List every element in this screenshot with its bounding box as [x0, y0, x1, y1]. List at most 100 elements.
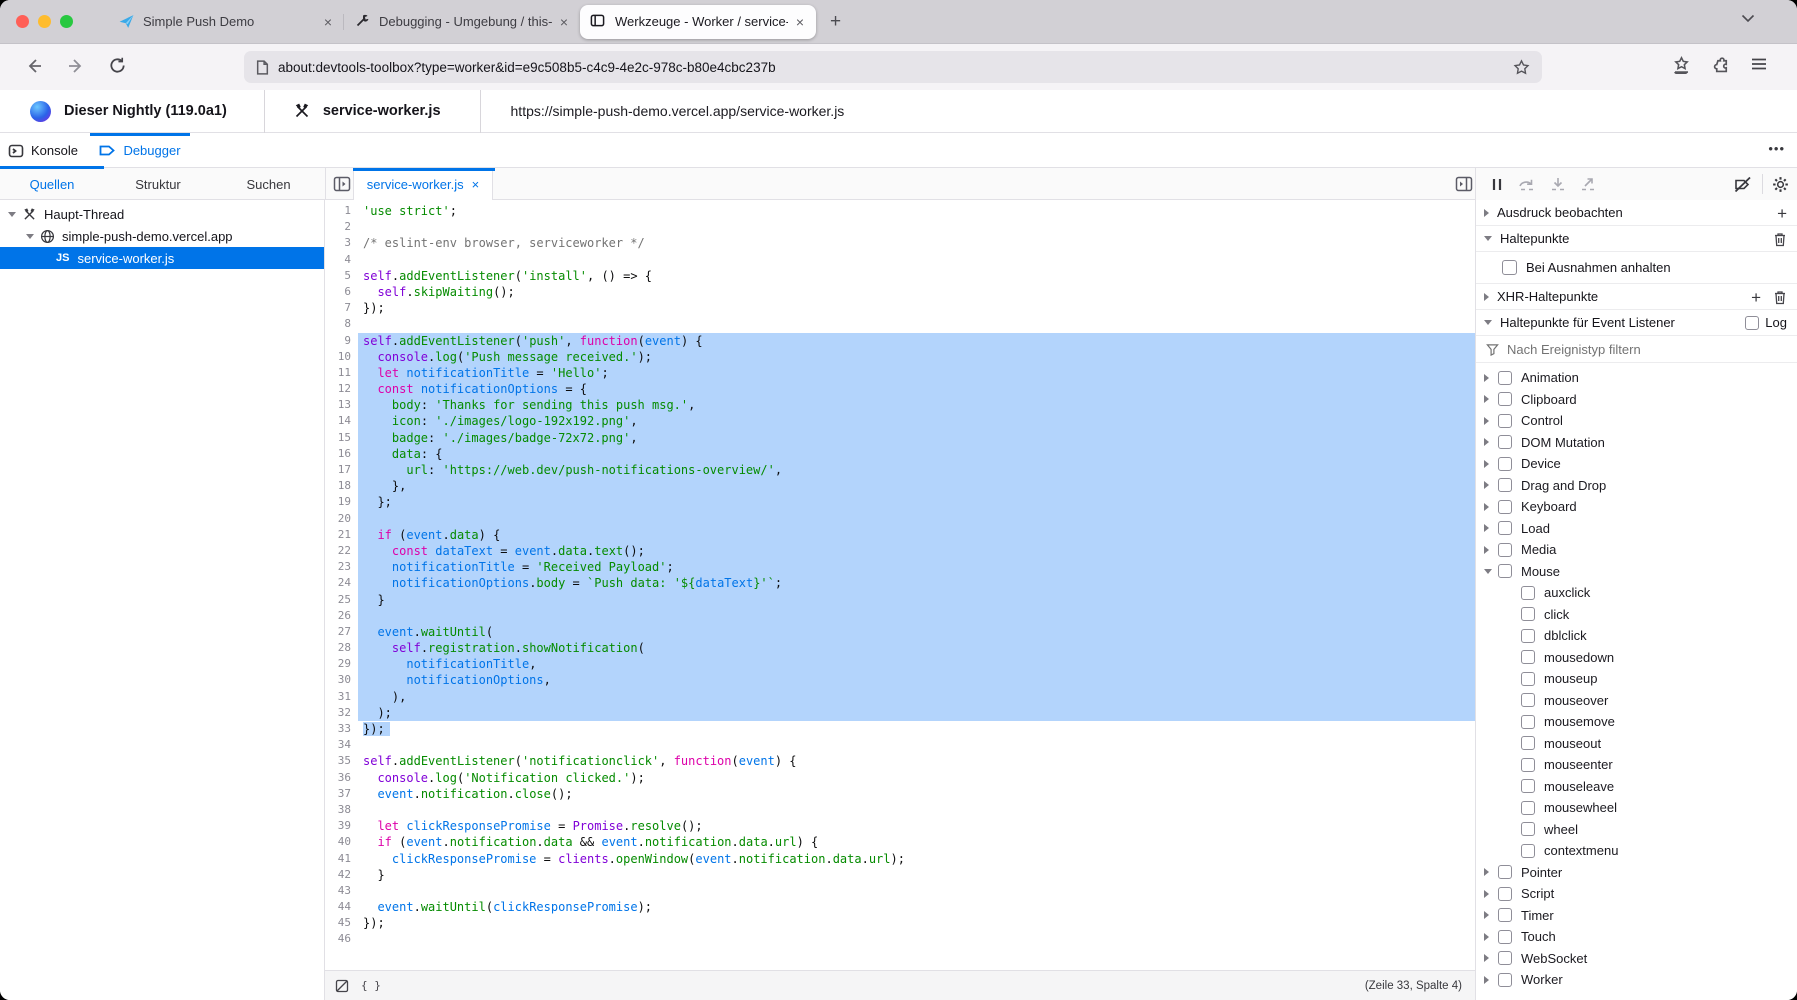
reload-icon[interactable]	[108, 56, 127, 75]
source-tab-service-worker[interactable]: service-worker.js ×	[353, 168, 493, 200]
checkbox[interactable]	[1498, 930, 1512, 944]
code-line[interactable]: 25 }	[325, 592, 1475, 608]
checkbox[interactable]	[1745, 316, 1759, 330]
event-label[interactable]: click	[1544, 607, 1569, 622]
tab-suchen[interactable]: Suchen	[212, 168, 325, 200]
code-line[interactable]: 11 let notificationTitle = 'Hello';	[325, 365, 1475, 381]
checkbox[interactable]	[1521, 822, 1535, 836]
event-label[interactable]: WebSocket	[1521, 951, 1587, 966]
event-label[interactable]: auxclick	[1544, 585, 1590, 600]
line-number[interactable]: 2	[325, 219, 358, 235]
code-line[interactable]: 30 notificationOptions,	[325, 672, 1475, 688]
event-label[interactable]: Mouse	[1521, 564, 1560, 579]
line-number[interactable]: 11	[325, 365, 358, 381]
event-label[interactable]: Device	[1521, 456, 1561, 471]
event-label[interactable]: wheel	[1544, 822, 1578, 837]
chevron-down-icon[interactable]	[1484, 320, 1492, 325]
tab-quellen-active[interactable]: Quellen	[0, 168, 104, 200]
tab-debugger-active[interactable]: Debugger	[90, 133, 190, 168]
line-number[interactable]: 13	[325, 397, 358, 413]
checkbox[interactable]	[1502, 260, 1517, 275]
code-line[interactable]: 29 notificationTitle,	[325, 656, 1475, 672]
line-number[interactable]: 36	[325, 770, 358, 786]
section-watch-expressions[interactable]: Ausdruck beobachten +	[1476, 200, 1797, 226]
chevron-right-icon[interactable]	[1484, 460, 1494, 468]
code-line[interactable]: 9self.addEventListener('push', function(…	[325, 333, 1475, 349]
line-number[interactable]: 18	[325, 478, 358, 494]
chevron-right-icon[interactable]	[1484, 209, 1489, 217]
code-line[interactable]: 24 notificationOptions.body = `Push data…	[325, 575, 1475, 591]
line-number[interactable]: 41	[325, 851, 358, 867]
event-label[interactable]: mousedown	[1544, 650, 1614, 665]
line-number[interactable]: 31	[325, 689, 358, 705]
chevron-right-icon[interactable]	[1484, 954, 1494, 962]
code-line[interactable]: 16 data: {	[325, 446, 1475, 462]
checkbox[interactable]	[1498, 478, 1512, 492]
line-number[interactable]: 35	[325, 753, 358, 769]
browser-tab-simple-push-demo[interactable]: Simple Push Demo ×	[108, 6, 344, 38]
code-line[interactable]: 44 event.waitUntil(clickResponsePromise)…	[325, 899, 1475, 915]
chevron-down-icon[interactable]	[26, 234, 34, 239]
checkbox[interactable]	[1498, 865, 1512, 879]
line-number[interactable]: 20	[325, 511, 358, 527]
line-number[interactable]: 6	[325, 284, 358, 300]
add-xhr-breakpoint-button[interactable]: +	[1751, 288, 1761, 308]
line-number[interactable]: 30	[325, 672, 358, 688]
tree-item-domain[interactable]: simple-push-demo.vercel.app	[0, 225, 324, 247]
line-number[interactable]: 19	[325, 494, 358, 510]
line-number[interactable]: 5	[325, 268, 358, 284]
code-line[interactable]: 22 const dataText = event.data.text();	[325, 543, 1475, 559]
code-line[interactable]: 7});	[325, 300, 1475, 316]
chevron-right-icon[interactable]	[1484, 293, 1489, 301]
code-line[interactable]: 8	[325, 316, 1475, 332]
line-number[interactable]: 10	[325, 349, 358, 365]
checkbox[interactable]	[1521, 736, 1535, 750]
section-xhr-breakpoints[interactable]: XHR-Haltepunkte +	[1476, 284, 1797, 310]
code-line[interactable]: 34	[325, 737, 1475, 753]
list-all-tabs-chevron-icon[interactable]	[1741, 14, 1755, 23]
collapse-sources-pane-icon[interactable]	[333, 175, 351, 193]
code-line[interactable]: 6 self.skipWaiting();	[325, 284, 1475, 300]
checkbox[interactable]	[1498, 543, 1512, 557]
event-label[interactable]: mouseover	[1544, 693, 1608, 708]
checkbox[interactable]	[1521, 844, 1535, 858]
code-area[interactable]: 1'use strict';23/* eslint-env browser, s…	[325, 203, 1475, 948]
code-line[interactable]: 31 ),	[325, 689, 1475, 705]
code-line[interactable]: 37 event.notification.close();	[325, 786, 1475, 802]
line-number[interactable]: 34	[325, 737, 358, 753]
code-line[interactable]: 5self.addEventListener('install', () => …	[325, 268, 1475, 284]
line-number[interactable]: 7	[325, 300, 358, 316]
line-number[interactable]: 9	[325, 333, 358, 349]
checkbox[interactable]	[1498, 457, 1512, 471]
line-number[interactable]: 21	[325, 527, 358, 543]
minimize-window-button[interactable]	[38, 15, 51, 28]
line-number[interactable]: 24	[325, 575, 358, 591]
line-number[interactable]: 44	[325, 899, 358, 915]
event-label[interactable]: Script	[1521, 886, 1554, 901]
code-line[interactable]: 43	[325, 883, 1475, 899]
line-number[interactable]: 38	[325, 802, 358, 818]
event-label[interactable]: Clipboard	[1521, 392, 1577, 407]
line-number[interactable]: 33	[325, 721, 358, 737]
source-map-toggle-icon[interactable]	[335, 979, 349, 993]
event-label[interactable]: DOM Mutation	[1521, 435, 1605, 450]
event-label[interactable]: Control	[1521, 413, 1563, 428]
checkbox[interactable]	[1498, 500, 1512, 514]
code-line[interactable]: 26	[325, 608, 1475, 624]
event-label[interactable]: mouseup	[1544, 671, 1597, 686]
line-number[interactable]: 43	[325, 883, 358, 899]
tree-item-service-worker-selected[interactable]: JS service-worker.js	[0, 247, 324, 269]
code-line[interactable]: 3/* eslint-env browser, serviceworker */	[325, 235, 1475, 251]
line-number[interactable]: 42	[325, 867, 358, 883]
code-line[interactable]: 40 if (event.notification.data && event.…	[325, 834, 1475, 850]
code-line[interactable]: 46	[325, 931, 1475, 947]
checkbox[interactable]	[1521, 693, 1535, 707]
code-line[interactable]: 15 badge: './images/badge-72x72.png',	[325, 430, 1475, 446]
event-label[interactable]: Timer	[1521, 908, 1554, 923]
code-line[interactable]: 42 }	[325, 867, 1475, 883]
code-line[interactable]: 41 clickResponsePromise = clients.openWi…	[325, 851, 1475, 867]
close-source-icon[interactable]: ×	[472, 177, 480, 192]
code-line[interactable]: 45});	[325, 915, 1475, 931]
step-in-icon[interactable]	[1550, 177, 1566, 192]
close-tab-icon[interactable]: ×	[322, 14, 334, 30]
